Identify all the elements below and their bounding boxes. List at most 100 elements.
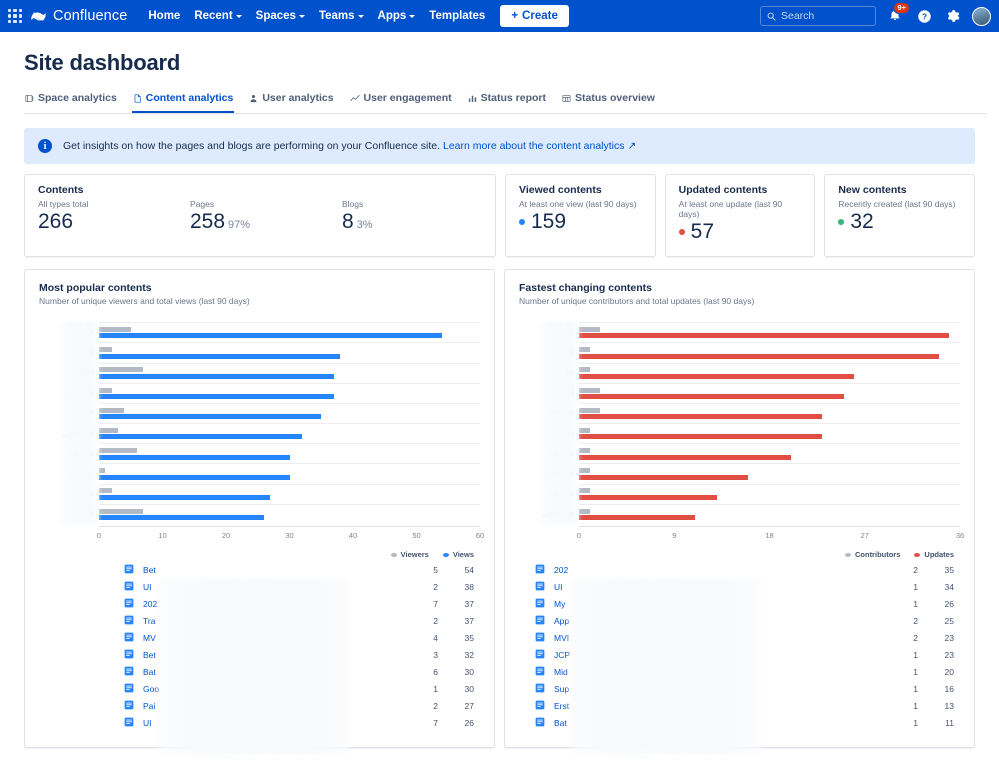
content-title-link[interactable]: MVI bbox=[549, 633, 876, 643]
tab-status-report[interactable]: Status report bbox=[467, 88, 547, 113]
table-row[interactable]: UI 2 38 bbox=[39, 578, 480, 595]
chart-bar-primary[interactable] bbox=[579, 434, 823, 440]
content-title-link[interactable]: Bet bbox=[138, 650, 396, 660]
chart-bar-secondary[interactable] bbox=[579, 488, 590, 494]
tab-user-analytics[interactable]: User analytics bbox=[248, 88, 334, 113]
table-row[interactable]: Pai 2 27 bbox=[39, 697, 480, 714]
nav-item-apps[interactable]: Apps bbox=[371, 6, 423, 26]
content-title-link[interactable]: Bet bbox=[138, 565, 396, 575]
chart-bar-primary[interactable] bbox=[99, 474, 290, 480]
chart-bar-secondary[interactable] bbox=[579, 448, 590, 454]
table-row[interactable]: Bet 5 54 bbox=[39, 561, 480, 578]
nav-item-home[interactable]: Home bbox=[141, 6, 187, 26]
chart-bar-primary[interactable] bbox=[99, 373, 334, 379]
chart-bar-primary[interactable] bbox=[99, 353, 341, 359]
table-row[interactable]: MVI 2 23 bbox=[519, 629, 960, 646]
chart-bar-secondary[interactable] bbox=[99, 387, 112, 393]
table-row[interactable]: Sup 1 16 bbox=[519, 680, 960, 697]
content-title-link[interactable]: Erst bbox=[549, 701, 876, 711]
chart-bar-secondary[interactable] bbox=[99, 427, 119, 433]
table-row[interactable]: Tra 2 37 bbox=[39, 612, 480, 629]
tab-status-overview[interactable]: Status overview bbox=[561, 88, 656, 113]
content-title-link[interactable]: UI bbox=[138, 582, 396, 592]
table-row[interactable]: UI 7 26 bbox=[39, 714, 480, 731]
table-row[interactable]: Erst 1 13 bbox=[519, 697, 960, 714]
chart-bar-secondary[interactable] bbox=[99, 367, 144, 373]
chart-bar-secondary[interactable] bbox=[579, 468, 590, 474]
chart-bar-secondary[interactable] bbox=[99, 347, 112, 353]
nav-item-teams[interactable]: Teams bbox=[312, 6, 371, 26]
chart-bar-primary[interactable] bbox=[579, 454, 791, 460]
table-row[interactable]: MV 4 35 bbox=[39, 629, 480, 646]
tab-user-engagement[interactable]: User engagement bbox=[349, 88, 453, 113]
chart-bar-primary[interactable] bbox=[579, 373, 855, 379]
table-row[interactable]: 202 7 37 bbox=[39, 595, 480, 612]
content-title-link[interactable]: Bat bbox=[138, 667, 396, 677]
tab-content-analytics[interactable]: Content analytics bbox=[131, 88, 235, 113]
content-title-link[interactable]: Mid bbox=[549, 667, 876, 677]
confluence-logo-link[interactable]: Confluence bbox=[30, 8, 127, 25]
table-row[interactable]: Goo 1 30 bbox=[39, 680, 480, 697]
table-row[interactable]: App 2 25 bbox=[519, 612, 960, 629]
table-row[interactable]: JCP 1 23 bbox=[519, 646, 960, 663]
tab-space-analytics[interactable]: Space analytics bbox=[24, 88, 118, 113]
content-title-link[interactable]: MV bbox=[138, 633, 396, 643]
settings-gear-icon[interactable] bbox=[943, 6, 963, 26]
chart-bar-primary[interactable] bbox=[99, 515, 265, 521]
nav-item-recent[interactable]: Recent bbox=[187, 6, 248, 26]
chart-bar-secondary[interactable] bbox=[579, 508, 590, 514]
chart-bar-primary[interactable] bbox=[99, 494, 271, 500]
content-title-link[interactable]: My bbox=[549, 599, 876, 609]
chart-bar-secondary[interactable] bbox=[579, 387, 601, 393]
table-row[interactable]: Bat 6 30 bbox=[39, 663, 480, 680]
content-title-link[interactable]: Goo bbox=[138, 684, 396, 694]
chart-bar-primary[interactable] bbox=[99, 454, 290, 460]
content-title-link[interactable]: Pai bbox=[138, 701, 396, 711]
chart-bar-secondary[interactable] bbox=[99, 326, 131, 332]
content-title-link[interactable]: JCP bbox=[549, 650, 876, 660]
nav-item-templates[interactable]: Templates bbox=[422, 6, 492, 26]
nav-item-spaces[interactable]: Spaces bbox=[249, 6, 312, 26]
chart-bar-secondary[interactable] bbox=[579, 347, 590, 353]
content-title-link[interactable]: Tra bbox=[138, 616, 396, 626]
search-input[interactable]: Search bbox=[760, 6, 876, 26]
chart-bar-secondary[interactable] bbox=[99, 468, 106, 474]
chart-bar-secondary[interactable] bbox=[579, 326, 601, 332]
chart-bar-secondary[interactable] bbox=[579, 427, 590, 433]
chart-bar-secondary[interactable] bbox=[99, 508, 144, 514]
table-row[interactable]: 202 2 35 bbox=[519, 561, 960, 578]
help-icon[interactable]: ? bbox=[914, 6, 934, 26]
chart-bar-primary[interactable] bbox=[99, 414, 322, 420]
chart-bar-primary[interactable] bbox=[579, 394, 844, 400]
chart-bar-primary[interactable] bbox=[579, 515, 696, 521]
chart-bar-primary[interactable] bbox=[99, 333, 442, 339]
chart-bar-secondary[interactable] bbox=[579, 407, 601, 413]
content-title-link[interactable]: App bbox=[549, 616, 876, 626]
chart-bar-secondary[interactable] bbox=[99, 448, 138, 454]
table-row[interactable]: Bat 1 11 bbox=[519, 714, 960, 731]
chart-bar-primary[interactable] bbox=[579, 353, 939, 359]
content-title-link[interactable]: Sup bbox=[549, 684, 876, 694]
learn-more-link[interactable]: Learn more about the content analytics ↗ bbox=[443, 140, 636, 152]
chart-bar-secondary[interactable] bbox=[99, 488, 112, 494]
chart-bar-secondary[interactable] bbox=[99, 407, 125, 413]
chart-bar-primary[interactable] bbox=[579, 333, 950, 339]
content-title-link[interactable]: UI bbox=[138, 718, 396, 728]
app-switcher-icon[interactable] bbox=[6, 7, 24, 25]
content-title-link[interactable]: 202 bbox=[138, 599, 396, 609]
chart-bar-primary[interactable] bbox=[99, 394, 334, 400]
notifications-icon[interactable]: 9+ bbox=[885, 2, 910, 26]
chart-bar-primary[interactable] bbox=[579, 494, 717, 500]
chart-bar-secondary[interactable] bbox=[579, 367, 590, 373]
content-title-link[interactable]: Bat bbox=[549, 718, 876, 728]
table-row[interactable]: Bet 3 32 bbox=[39, 646, 480, 663]
chart-bar-primary[interactable] bbox=[579, 474, 749, 480]
table-row[interactable]: UI 1 34 bbox=[519, 578, 960, 595]
chart-bar-primary[interactable] bbox=[579, 414, 823, 420]
chart-bar-primary[interactable] bbox=[99, 434, 303, 440]
content-title-link[interactable]: 202 bbox=[549, 565, 876, 575]
table-row[interactable]: Mid 1 20 bbox=[519, 663, 960, 680]
create-button[interactable]: + Create bbox=[500, 5, 569, 27]
content-title-link[interactable]: UI bbox=[549, 582, 876, 592]
avatar[interactable] bbox=[972, 6, 991, 26]
